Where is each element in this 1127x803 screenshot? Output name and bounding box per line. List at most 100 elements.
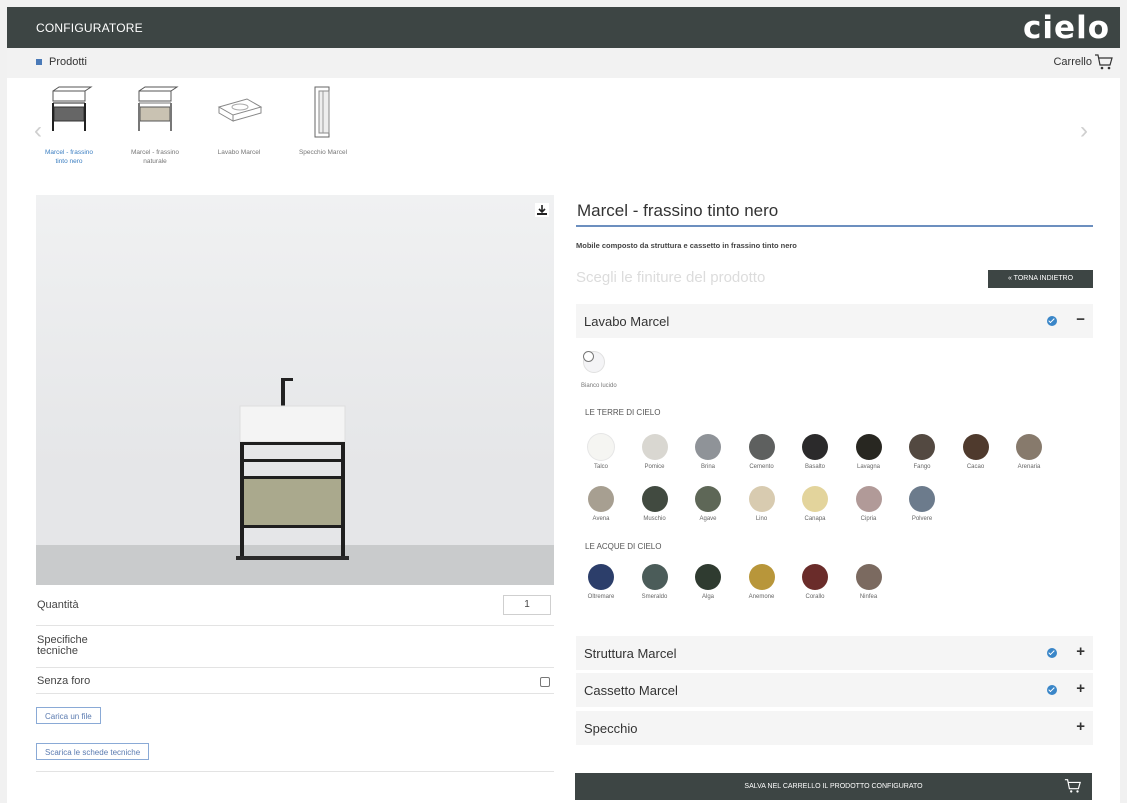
expand-icon[interactable]: +: [1076, 643, 1085, 660]
swatch-color: [855, 486, 882, 512]
swatch-label: Arenaria: [1017, 464, 1041, 470]
cart-icon: [1064, 779, 1081, 793]
swatch-fango[interactable]: Fango: [896, 434, 948, 470]
thumb-image: [217, 98, 263, 122]
chevron-right-icon[interactable]: ›: [1080, 117, 1088, 145]
swatch-label: Basalto: [804, 464, 825, 470]
swatch-label: Cipria: [860, 516, 877, 522]
thumb-label: Lavabo Marcel: [217, 149, 261, 156]
swatch-color: [909, 434, 935, 460]
product-image: [36, 195, 554, 585]
collapse-icon[interactable]: −: [1076, 311, 1085, 328]
thumb-marcel-naturale[interactable]: Marcel - frassino naturale: [123, 85, 187, 166]
quantity-label: Quantità: [37, 599, 79, 611]
terre-group-title: LE TERRE DI CIELO: [585, 408, 661, 417]
swatch-color: [695, 434, 721, 460]
expand-icon[interactable]: +: [1076, 680, 1085, 697]
top-bar: CONFIGURATORE cielo: [7, 7, 1120, 48]
swatch-color: [962, 434, 989, 460]
thumb-specchio-marcel[interactable]: Specchio Marcel: [291, 85, 355, 157]
swatch-label: Alga: [701, 594, 714, 600]
sub-bar: Prodotti Carrello: [7, 48, 1120, 78]
selected-check-icon: [583, 351, 594, 362]
back-button[interactable]: « TORNA INDIETRO: [988, 270, 1093, 288]
swatch-label: Ninfea: [859, 594, 878, 600]
swatch-smeraldo[interactable]: Smeraldo: [629, 564, 681, 600]
breadcrumb-square-icon: [36, 59, 42, 65]
swatch-lino[interactable]: Lino: [736, 486, 788, 522]
expand-icon[interactable]: +: [1076, 718, 1085, 735]
download-datasheets-button[interactable]: Scarica le schede tecniche: [36, 743, 150, 760]
swatch-bianco-lucido-label: Bianco lucido: [581, 383, 617, 389]
swatch-ninfea[interactable]: Ninfea: [843, 564, 895, 600]
vanity-illustration: [236, 378, 349, 560]
swatch-color: [641, 564, 668, 590]
swatch-color: [802, 564, 828, 590]
check-circle-icon: [1047, 648, 1057, 658]
swatch-agave[interactable]: Agave: [682, 486, 734, 522]
breadcrumb-prodotti[interactable]: Prodotti: [49, 56, 87, 68]
swatch-label: Oltremare: [587, 594, 615, 600]
check-circle-icon: [1047, 685, 1057, 695]
swatch-label: Avena: [592, 516, 610, 522]
save-to-cart-button[interactable]: SALVA NEL CARRELLO IL PRODOTTO CONFIGURA…: [575, 773, 1092, 800]
swatch-talco[interactable]: Talco: [575, 434, 627, 470]
quantity-input[interactable]: [503, 595, 551, 615]
configurator-page: CONFIGURATORE cielo Prodotti Carrello ‹ …: [7, 7, 1120, 803]
swatch-color: [802, 434, 828, 460]
section-struttura[interactable]: Struttura Marcel +: [576, 636, 1093, 670]
swatch-label: Fango: [913, 464, 931, 470]
section-specchio-title: Specchio: [584, 721, 638, 736]
product-title: Marcel - frassino tinto nero: [577, 201, 779, 220]
swatch-cipria[interactable]: Cipria: [843, 486, 895, 522]
swatch-oltremare[interactable]: Oltremare: [575, 564, 627, 600]
swatch-color: [855, 564, 882, 590]
swatch-color: [588, 434, 614, 460]
swatch-color: [748, 564, 775, 590]
product-description: Mobile composto da struttura e cassetto …: [576, 241, 797, 250]
cart-label[interactable]: Carrello: [1053, 56, 1092, 68]
swatch-basalto[interactable]: Basalto: [789, 434, 841, 470]
swatch-pomice[interactable]: Pomice: [629, 434, 681, 470]
no-hole-label: Senza foro: [37, 675, 91, 687]
thumb-marcel-nero[interactable]: Marcel - frassino tinto nero: [37, 85, 101, 166]
thumb-lavabo-marcel[interactable]: Lavabo Marcel: [207, 85, 271, 157]
swatch-arenaria[interactable]: Arenaria: [1003, 434, 1055, 470]
swatch-color: [855, 434, 882, 460]
section-lavabo[interactable]: Lavabo Marcel −: [576, 304, 1093, 338]
brand-logo[interactable]: cielo: [1023, 10, 1110, 46]
choose-finish-heading: Scegli le finiture del prodotto: [576, 269, 766, 286]
swatch-cemento[interactable]: Cemento: [736, 434, 788, 470]
acque-group-title: LE ACQUE DI CIELO: [585, 542, 662, 551]
thumb-label: Marcel - frassino naturale: [130, 149, 180, 165]
swatch-color: [695, 564, 721, 590]
swatch-lavagna[interactable]: Lavagna: [843, 434, 895, 470]
cart-icon[interactable]: [1094, 53, 1114, 71]
swatch-label: Cemento: [749, 464, 774, 470]
swatch-color: [802, 486, 828, 512]
swatch-polvere[interactable]: Polvere: [896, 486, 948, 522]
section-specchio[interactable]: Specchio +: [576, 711, 1093, 745]
thumb-image: [52, 86, 93, 131]
swatch-muschio[interactable]: Muschio: [629, 486, 681, 522]
swatch-bianco-lucido[interactable]: [583, 351, 604, 372]
thumb-label: Specchio Marcel: [298, 149, 348, 156]
specs-label: Specifiche tecniche: [37, 634, 88, 657]
thumb-image: [138, 86, 179, 131]
section-cassetto[interactable]: Cassetto Marcel +: [576, 673, 1093, 707]
swatch-color: [748, 434, 775, 460]
swatch-cacao[interactable]: Cacao: [950, 434, 1002, 470]
swatch-alga[interactable]: Alga: [682, 564, 734, 600]
swatch-avena[interactable]: Avena: [575, 486, 627, 522]
download-icon[interactable]: [535, 203, 549, 217]
swatch-canapa[interactable]: Canapa: [789, 486, 841, 522]
swatch-corallo[interactable]: Corallo: [789, 564, 841, 600]
swatch-color: [1016, 434, 1042, 460]
swatch-label: Pomice: [644, 464, 665, 470]
swatch-brina[interactable]: Brina: [682, 434, 734, 470]
swatch-color: [748, 486, 775, 512]
swatch-anemone[interactable]: Anemone: [736, 564, 788, 600]
no-hole-checkbox[interactable]: [540, 677, 550, 687]
swatch-label: Canapa: [804, 516, 826, 522]
upload-file-button[interactable]: Carica un file: [36, 707, 101, 724]
